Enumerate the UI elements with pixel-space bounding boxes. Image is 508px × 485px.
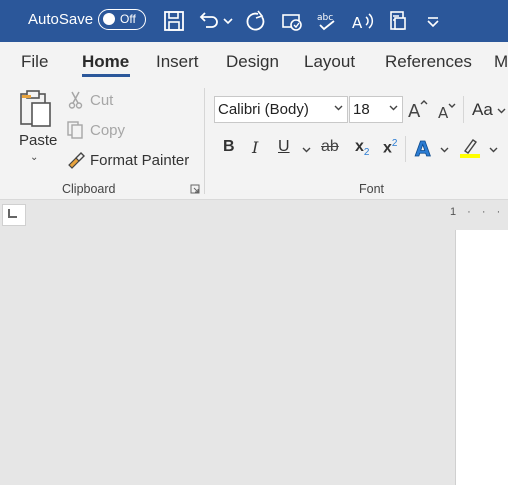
separator (405, 136, 406, 162)
svg-text:A: A (438, 104, 449, 122)
text-effects-icon[interactable]: A (414, 137, 436, 159)
clipboard-launcher-icon[interactable] (190, 184, 200, 194)
font-size-combobox[interactable]: 18 (349, 96, 403, 123)
paste-dropdown-icon[interactable]: ⌄ (30, 152, 38, 163)
subscript-button[interactable]: x2 (355, 138, 369, 158)
autosave-label: AutoSave (28, 11, 94, 28)
paste-label: Paste (19, 132, 58, 149)
shrink-font-icon[interactable]: A (437, 100, 459, 122)
svg-text:abc: abc (317, 13, 333, 23)
autosave-toggle[interactable]: Off (98, 9, 146, 30)
font-size-value: 18 (353, 101, 370, 118)
dictate-icon[interactable] (385, 8, 411, 34)
clipboard-group-label: Clipboard (62, 182, 116, 196)
grow-font-icon[interactable]: A (407, 98, 429, 120)
redo-icon[interactable] (243, 8, 269, 34)
paste-icon (20, 90, 51, 127)
underline-button[interactable]: U (278, 138, 290, 156)
undo-dropdown-icon[interactable] (222, 8, 234, 34)
group-separator (204, 88, 205, 194)
separator (463, 96, 464, 123)
change-case-button[interactable]: Aa (472, 100, 493, 120)
scissors-icon (68, 91, 83, 109)
superscript-letter: x (383, 139, 392, 157)
document-page[interactable] (455, 230, 508, 485)
chevron-down-icon (389, 105, 398, 111)
paintbrush-icon (68, 152, 85, 169)
bold-button[interactable]: B (223, 138, 235, 156)
toggle-knob (103, 13, 115, 25)
chevron-down-icon[interactable] (489, 145, 498, 154)
chevron-down-icon[interactable] (440, 145, 449, 154)
font-name-value: Calibri (Body) (218, 101, 309, 118)
save-icon[interactable] (161, 8, 187, 34)
active-tab-indicator (82, 74, 130, 77)
tab-design[interactable]: Design (226, 52, 279, 72)
svg-text:A: A (415, 137, 431, 159)
tab-references[interactable]: References (385, 52, 472, 72)
cut-label: Cut (90, 92, 114, 109)
superscript-button[interactable]: x2 (383, 138, 397, 157)
tab-layout[interactable]: Layout (304, 52, 355, 72)
superscript-marker: 2 (391, 138, 398, 149)
copy-icon (67, 121, 83, 139)
spelling-icon[interactable]: abc (314, 8, 340, 34)
tab-home[interactable]: Home (82, 52, 129, 72)
undo-icon[interactable] (196, 8, 222, 34)
autosave-state: Off (120, 12, 136, 26)
chevron-down-icon[interactable] (302, 145, 311, 154)
font-group-label: Font (359, 182, 385, 196)
format-painter-label: Format Painter (90, 152, 190, 169)
left-tab-icon (8, 209, 17, 218)
ribbon-tabs: File Home Insert Design Layout Reference… (0, 42, 508, 80)
tab-insert[interactable]: Insert (156, 52, 199, 72)
highlighter-icon[interactable] (459, 137, 481, 159)
strikethrough-button[interactable]: ab (321, 138, 339, 156)
horizontal-ruler[interactable]: 1 · · · (450, 206, 504, 218)
customize-qat-icon[interactable] (420, 8, 446, 34)
tab-file[interactable]: File (21, 52, 48, 72)
title-bar: AutoSave Off abc A (0, 0, 508, 42)
tab-mailings[interactable]: M (494, 52, 508, 72)
touch-mode-icon[interactable] (279, 8, 305, 34)
svg-text:A: A (408, 101, 421, 120)
svg-text:A: A (352, 14, 363, 32)
subscript-letter: x (355, 138, 364, 155)
copy-label: Copy (90, 122, 126, 139)
chevron-down-icon (334, 105, 343, 111)
chevron-down-icon[interactable] (497, 106, 506, 115)
subscript-marker: 2 (363, 147, 370, 159)
read-aloud-icon[interactable]: A (350, 8, 376, 34)
font-name-combobox[interactable]: Calibri (Body) (214, 96, 348, 123)
italic-button[interactable]: I (252, 138, 258, 157)
